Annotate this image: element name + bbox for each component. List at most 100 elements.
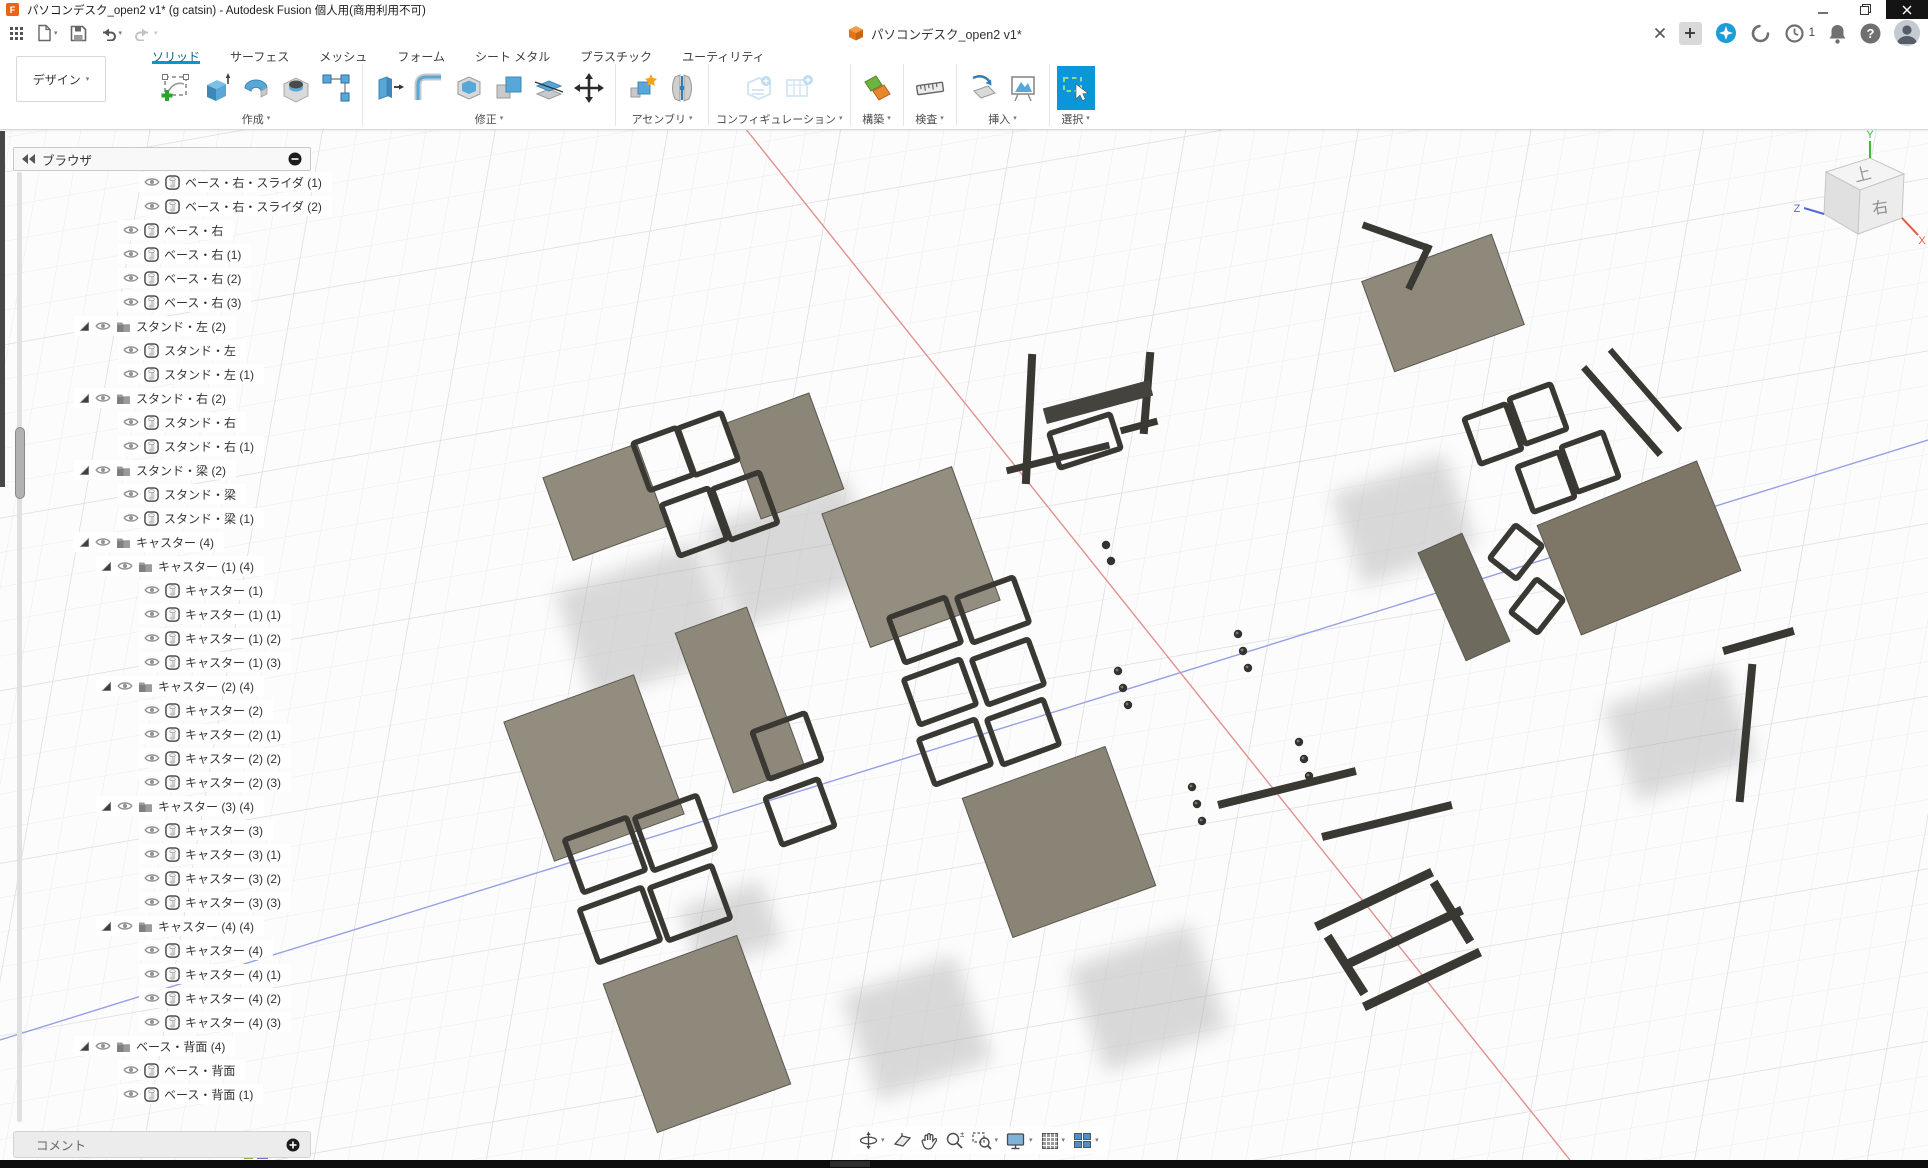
view-cube[interactable]: 上 右 Y Z X [1788, 128, 1928, 278]
minimize-button[interactable] [1802, 0, 1844, 19]
document-tab[interactable]: パソコンデスク_open2 v1* [848, 19, 1022, 47]
orbit-tool[interactable]: ▾ [859, 1131, 885, 1150]
browser-tree-row[interactable]: ベース・右 (1) [118, 244, 251, 264]
browser-tree-row[interactable]: キャスター (3) (3) [139, 892, 291, 912]
visibility-eye-icon[interactable] [144, 705, 160, 715]
orbit-caret[interactable]: ▾ [881, 1137, 885, 1144]
visibility-eye-icon[interactable] [144, 969, 160, 979]
viewports-tool[interactable]: ▾ [1073, 1132, 1099, 1149]
browser-scrollbar-thumb[interactable] [15, 427, 25, 499]
visibility-eye-icon[interactable] [144, 1017, 160, 1027]
visibility-eye-icon[interactable] [144, 585, 160, 595]
split-body-button[interactable] [530, 66, 568, 110]
browser-tree-row[interactable]: キャスター (3) (2) [139, 868, 291, 888]
shell-button[interactable] [450, 66, 488, 110]
insert-canvas-button[interactable] [1004, 66, 1042, 110]
visibility-eye-icon[interactable] [117, 921, 133, 931]
zoom-window-tool[interactable]: ▾ [972, 1131, 999, 1150]
move-button[interactable] [570, 66, 608, 110]
browser-tree-row[interactable]: キャスター (4) [139, 940, 273, 960]
visibility-eye-icon[interactable] [117, 561, 133, 571]
visibility-eye-icon[interactable] [117, 681, 133, 691]
revolve-button[interactable] [237, 66, 275, 110]
ribbon-tab[interactable]: ユーティリティ [682, 48, 765, 64]
construct-plane-button[interactable] [858, 66, 896, 110]
browser-tree-row[interactable]: キャスター (3) (4) [96, 796, 264, 816]
redo-button[interactable]: ▾ [131, 26, 161, 41]
ribbon-tab[interactable]: ソリッド [152, 48, 200, 64]
configuration-table-button[interactable] [780, 66, 818, 110]
visibility-eye-icon[interactable] [95, 1041, 111, 1051]
extensions-icon[interactable] [1715, 22, 1737, 44]
expand-triangle-icon[interactable] [101, 921, 112, 932]
collapse-panel-icon[interactable] [22, 154, 36, 164]
group-label-construct[interactable]: 構築▾ [858, 111, 896, 126]
browser-scrollbar-track[interactable] [17, 172, 22, 1122]
browser-tree-row[interactable]: キャスター (4) (1) [139, 964, 291, 984]
group-label-configuration[interactable]: コンフィギュレーション▾ [716, 111, 843, 126]
visibility-eye-icon[interactable] [123, 369, 139, 379]
visibility-eye-icon[interactable] [123, 1065, 139, 1075]
look-at-tool[interactable] [893, 1132, 912, 1149]
expand-triangle-icon[interactable] [101, 801, 112, 812]
ribbon-tab[interactable]: プラスチック [580, 48, 652, 64]
visibility-eye-icon[interactable] [144, 873, 160, 883]
browser-tree-row[interactable]: スタンド・梁 (2) [74, 460, 236, 480]
visibility-eye-icon[interactable] [144, 657, 160, 667]
visibility-eye-icon[interactable] [117, 801, 133, 811]
visibility-eye-icon[interactable] [144, 825, 160, 835]
visibility-eye-icon[interactable] [123, 441, 139, 451]
visibility-eye-icon[interactable] [123, 1089, 139, 1099]
browser-tree-row[interactable]: キャスター (1) (4) [96, 556, 264, 576]
add-comment-icon[interactable] [286, 1138, 300, 1152]
browser-tree-row[interactable]: キャスター (1) (1) [139, 604, 291, 624]
measure-button[interactable] [911, 66, 949, 110]
browser-tree-row[interactable]: ベース・右 (3) [118, 292, 251, 312]
browser-tree-row[interactable]: キャスター (1) (3) [139, 652, 291, 672]
save-button[interactable] [67, 25, 90, 42]
configure-button[interactable] [740, 66, 778, 110]
browser-tree-row[interactable]: ベース・右 (2) [118, 268, 251, 288]
visibility-eye-icon[interactable] [123, 513, 139, 523]
new-tab-button[interactable] [1679, 22, 1702, 45]
visibility-eye-icon[interactable] [123, 249, 139, 259]
browser-tree-row[interactable]: キャスター (4) [74, 532, 224, 552]
browser-tree-row[interactable]: スタンド・右 (1) [118, 436, 264, 456]
visibility-eye-icon[interactable] [123, 417, 139, 427]
browser-tree-row[interactable]: キャスター (2) (3) [139, 772, 291, 792]
expand-triangle-icon[interactable] [79, 393, 90, 404]
browser-tree-row[interactable]: ベース・背面 [118, 1060, 245, 1080]
browser-tree-row[interactable]: スタンド・左 (2) [74, 316, 236, 336]
visibility-eye-icon[interactable] [144, 729, 160, 739]
group-label-inspect[interactable]: 検査▾ [911, 111, 949, 126]
job-status-icon[interactable] [1750, 23, 1771, 44]
visibility-eye-icon[interactable] [144, 897, 160, 907]
browser-tree-row[interactable]: キャスター (1) [139, 580, 273, 600]
insert-derive-button[interactable] [964, 66, 1002, 110]
workspace-selector[interactable]: デザイン ▾ [16, 56, 106, 102]
visibility-eye-icon[interactable] [95, 321, 111, 331]
display-settings-tool[interactable]: ▾ [1006, 1132, 1033, 1150]
browser-tree-row[interactable]: スタンド・梁 (1) [118, 508, 264, 528]
visibility-eye-icon[interactable] [144, 753, 160, 763]
undo-caret[interactable]: ▾ [119, 30, 123, 37]
visibility-eye-icon[interactable] [95, 465, 111, 475]
group-label-modify[interactable]: 修正▾ [370, 111, 608, 126]
ribbon-tab[interactable]: サーフェス [230, 48, 289, 64]
group-label-insert[interactable]: 挿入▾ [964, 111, 1042, 126]
browser-tree-row[interactable]: スタンド・左 (1) [118, 364, 264, 384]
browser-tree-row[interactable]: キャスター (2) (2) [139, 748, 291, 768]
group-label-select[interactable]: 選択▾ [1057, 111, 1095, 126]
browser-tree-row[interactable]: スタンド・右 (2) [74, 388, 236, 408]
hole-button[interactable] [277, 66, 315, 110]
user-avatar[interactable] [1894, 20, 1920, 46]
close-button[interactable] [1886, 0, 1928, 19]
file-menu-button[interactable]: ▾ [33, 24, 61, 42]
panel-minimize-icon[interactable] [288, 152, 302, 166]
browser-tree-row[interactable]: ベース・右・スライダ (2) [139, 196, 332, 216]
browser-tree-row[interactable]: キャスター (4) (3) [139, 1012, 291, 1032]
visibility-eye-icon[interactable] [95, 537, 111, 547]
browser-tree-row[interactable]: スタンド・右 [118, 412, 246, 432]
visibility-eye-icon[interactable] [123, 273, 139, 283]
grid-snap-tool[interactable]: ▾ [1041, 1132, 1066, 1150]
